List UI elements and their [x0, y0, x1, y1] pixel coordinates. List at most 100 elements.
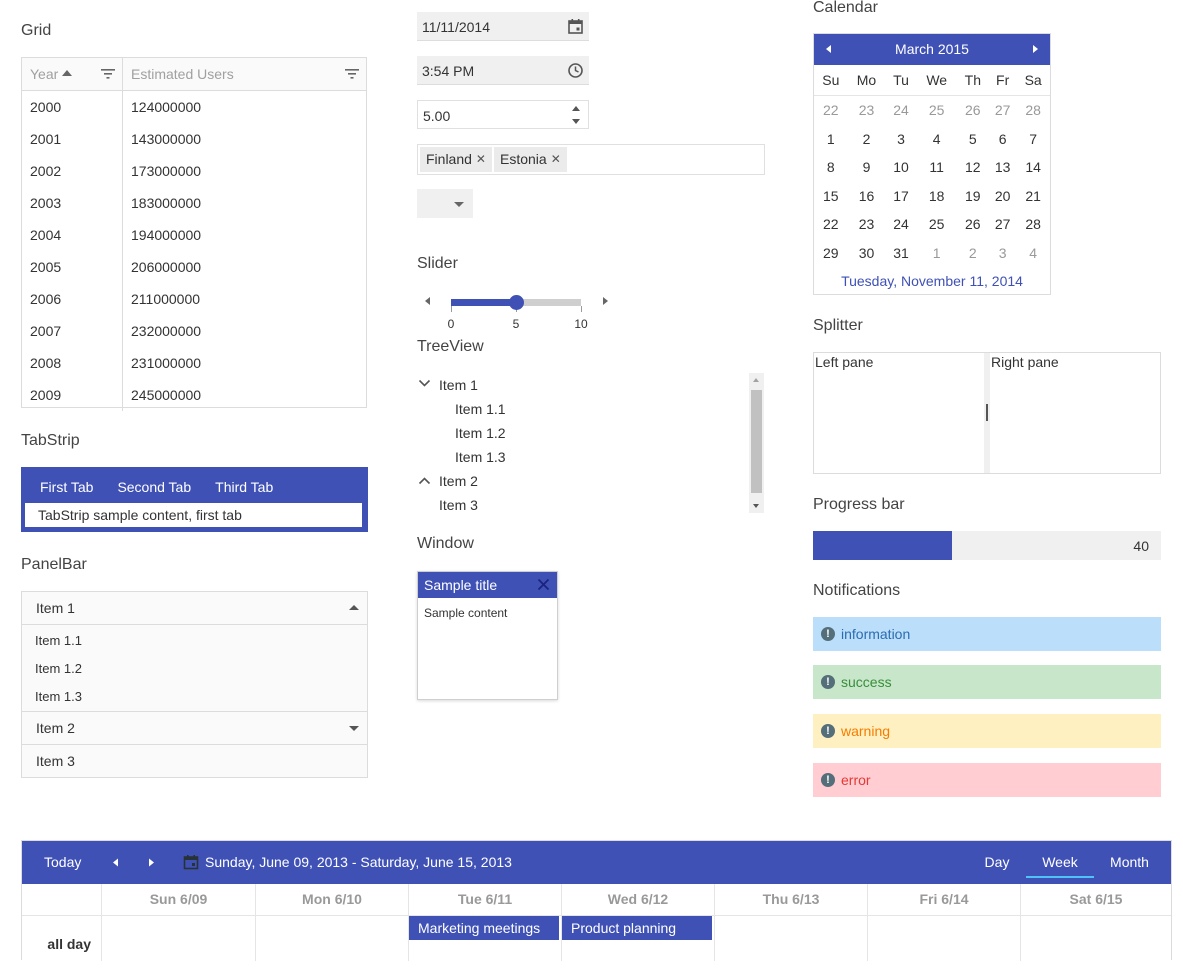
calendar-day[interactable]: 8 [814, 153, 848, 182]
vertical-scrollbar[interactable] [749, 373, 764, 513]
tab-third[interactable]: Third Tab [203, 467, 285, 501]
date-input[interactable] [417, 12, 564, 42]
calendar-day[interactable]: 4 [1016, 239, 1050, 268]
calendar-day[interactable]: 19 [957, 182, 989, 211]
calendar-day[interactable]: 3 [885, 125, 916, 154]
allday-slot[interactable] [1020, 916, 1171, 961]
calendar-day[interactable]: 27 [989, 96, 1016, 125]
allday-slot[interactable] [714, 916, 867, 961]
table-row[interactable]: 2007 232000000 [22, 315, 366, 347]
window-titlebar[interactable]: Sample title [418, 572, 557, 598]
panelbar-item-3[interactable]: Item 3 [22, 745, 367, 777]
table-row[interactable]: 2003 183000000 [22, 187, 366, 219]
date-range-button[interactable]: Sunday, June 09, 2013 - Saturday, June 1… [205, 841, 512, 884]
multiselect[interactable]: Finland ✕ Estonia ✕ [417, 144, 765, 175]
next-icon[interactable] [147, 858, 155, 867]
calendar-day[interactable]: 7 [1016, 125, 1050, 154]
clock-icon[interactable] [567, 62, 584, 79]
calendar-day[interactable]: 27 [989, 210, 1016, 239]
calendar-day[interactable]: 30 [848, 239, 886, 268]
tab-first[interactable]: First Tab [28, 467, 106, 501]
allday-slot[interactable] [867, 916, 1020, 961]
calendar-day[interactable]: 9 [848, 153, 886, 182]
panelbar-item-2[interactable]: Item 2 [22, 712, 367, 745]
calendar-day[interactable]: 23 [848, 96, 886, 125]
time-input[interactable] [417, 56, 564, 86]
calendar-day[interactable]: 2 [848, 125, 886, 154]
event-marketing-meetings[interactable]: Marketing meetings [409, 916, 559, 940]
calendar-day[interactable]: 14 [1016, 153, 1050, 182]
tree-item-2[interactable]: Item 2 [439, 469, 478, 493]
table-row[interactable]: 2002 173000000 [22, 155, 366, 187]
table-row[interactable]: 2005 206000000 [22, 251, 366, 283]
increase-arrow-icon[interactable] [603, 297, 608, 305]
view-week[interactable]: Week [1026, 841, 1094, 878]
previous-month-icon[interactable] [826, 45, 831, 53]
calendar-day[interactable]: 26 [957, 210, 989, 239]
calendar-day[interactable]: 13 [989, 153, 1016, 182]
remove-tag-icon[interactable]: ✕ [476, 147, 486, 172]
calendar-day[interactable]: 17 [885, 182, 916, 211]
view-day[interactable]: Day [977, 841, 1017, 884]
calendar-day[interactable]: 10 [885, 153, 916, 182]
view-month[interactable]: Month [1102, 841, 1157, 884]
calendar-day[interactable]: 12 [957, 153, 989, 182]
panelbar-subitem[interactable]: Item 1.3 [22, 683, 367, 711]
calendar-day[interactable]: 24 [885, 96, 916, 125]
calendar-day[interactable]: 6 [989, 125, 1016, 154]
calendar-day[interactable]: 18 [917, 182, 957, 211]
calendar-day[interactable]: 22 [814, 210, 848, 239]
panelbar-item-1[interactable]: Item 1 [22, 592, 367, 625]
calendar-month[interactable]: March 2015 [895, 41, 969, 57]
grid-column-year[interactable]: Year [22, 58, 123, 90]
scrollbar-thumb[interactable] [751, 390, 762, 493]
panelbar-subitem[interactable]: Item 1.2 [22, 655, 367, 683]
calendar-day[interactable]: 28 [1016, 96, 1050, 125]
dropdown-list[interactable] [417, 189, 473, 218]
increase-arrow-icon[interactable] [572, 106, 580, 111]
splitter-drag-handle[interactable] [986, 404, 988, 421]
calendar-icon[interactable] [183, 854, 199, 870]
table-row[interactable]: 2009 245000000 [22, 379, 366, 411]
calendar-day[interactable]: 5 [957, 125, 989, 154]
filter-icon[interactable] [100, 67, 116, 81]
calendar-day[interactable]: 29 [814, 239, 848, 268]
remove-tag-icon[interactable]: ✕ [551, 147, 561, 172]
table-row[interactable]: 2004 194000000 [22, 219, 366, 251]
tree-item-1-2[interactable]: Item 1.2 [455, 421, 506, 445]
chevron-down-icon[interactable] [418, 379, 431, 388]
calendar-day[interactable]: 3 [989, 239, 1016, 268]
tree-item-1-3[interactable]: Item 1.3 [455, 445, 506, 469]
calendar-day[interactable]: 1 [917, 239, 957, 268]
chevron-up-icon[interactable] [418, 476, 431, 485]
tree-item-1-1[interactable]: Item 1.1 [455, 397, 506, 421]
today-button[interactable]: Today [44, 841, 81, 884]
scroll-down-icon[interactable] [753, 504, 759, 508]
allday-slot[interactable] [101, 916, 255, 961]
grid-column-estimated-users[interactable]: Estimated Users [123, 58, 366, 90]
calendar-day[interactable]: 25 [917, 210, 957, 239]
filter-icon[interactable] [344, 67, 360, 81]
table-row[interactable]: 2000 124000000 [22, 91, 366, 123]
calendar-day[interactable]: 2 [957, 239, 989, 268]
calendar-day[interactable]: 25 [917, 96, 957, 125]
decrease-arrow-icon[interactable] [572, 119, 580, 124]
calendar-day[interactable]: 20 [989, 182, 1016, 211]
calendar-day[interactable]: 26 [957, 96, 989, 125]
slider-handle[interactable] [509, 295, 524, 310]
tab-second[interactable]: Second Tab [105, 467, 203, 501]
calendar-icon[interactable] [567, 18, 584, 35]
table-row[interactable]: 2001 143000000 [22, 123, 366, 155]
next-month-icon[interactable] [1033, 45, 1038, 53]
calendar-day[interactable]: 4 [917, 125, 957, 154]
calendar-today-link[interactable]: Tuesday, November 11, 2014 [814, 267, 1050, 295]
calendar-day[interactable]: 23 [848, 210, 886, 239]
scroll-up-icon[interactable] [753, 378, 759, 382]
tree-item-3[interactable]: Item 3 [439, 493, 478, 517]
decrease-arrow-icon[interactable] [425, 297, 430, 305]
calendar-day[interactable]: 24 [885, 210, 916, 239]
table-row[interactable]: 2008 231000000 [22, 347, 366, 379]
table-row[interactable]: 2006 211000000 [22, 283, 366, 315]
close-icon[interactable] [537, 578, 550, 591]
event-product-planning[interactable]: Product planning [562, 916, 712, 940]
